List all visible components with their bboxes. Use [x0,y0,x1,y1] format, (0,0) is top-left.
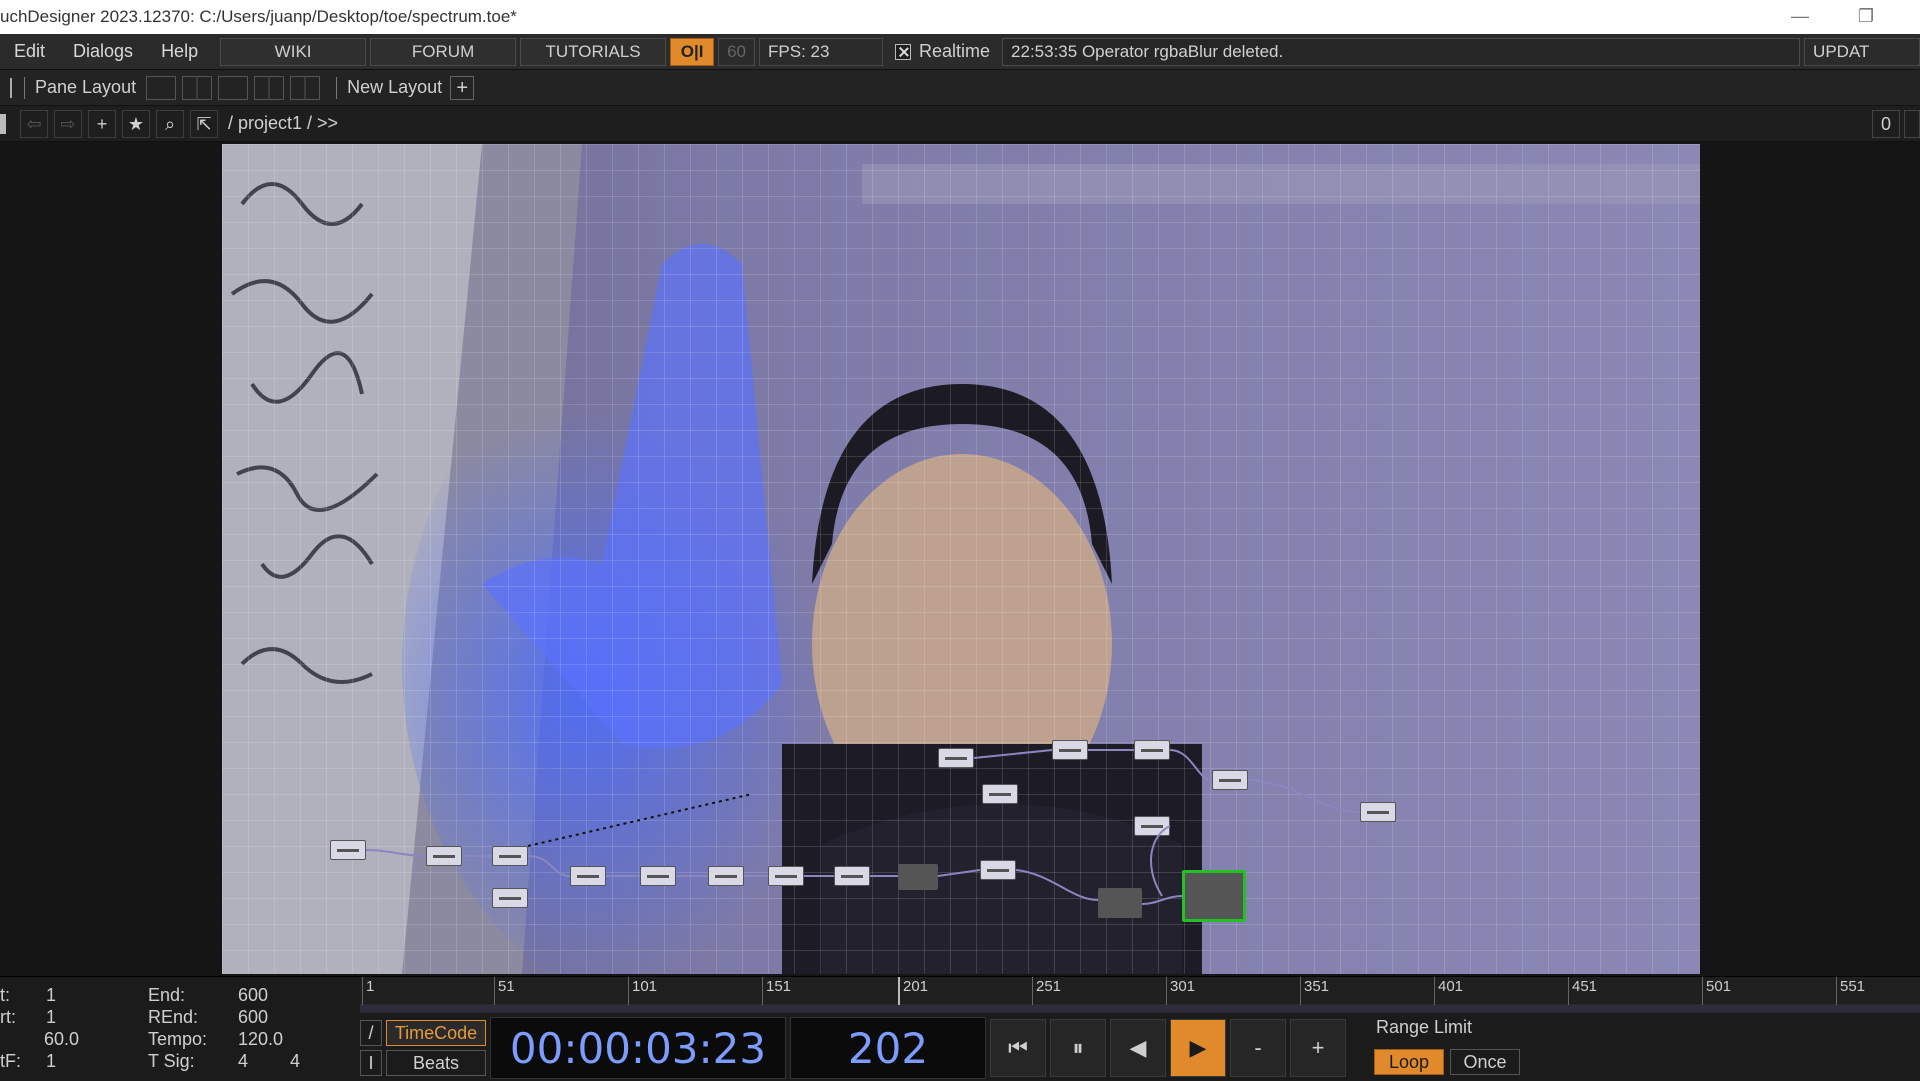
once-button[interactable]: Once [1450,1049,1520,1075]
tutorials-button[interactable]: TUTORIALS [520,37,667,66]
new-layout-label[interactable]: New Layout [347,77,442,98]
pane-layout-bar: Pane Layout New Layout + [0,70,1920,106]
timeline-ruler[interactable]: 1 51 101 151 201 251 301 351 401 451 501… [360,977,1920,1005]
ruler-tick: 151 [762,977,791,1005]
ruler-tick: 101 [628,977,657,1005]
step-back-button[interactable]: ◀ [1110,1019,1166,1077]
tempo-label: Tempo: [148,1029,208,1049]
fps-display: FPS: 23 [759,37,884,66]
ruler-tick: 51 [494,977,515,1005]
divider [336,76,338,99]
add-layout-button[interactable]: + [450,75,475,100]
wiki-button[interactable]: WIKI [220,37,367,66]
go-to-start-button[interactable]: ⏮ [990,1019,1046,1077]
realtime-checkbox[interactable] [895,43,912,60]
tsig-label: T Sig: [148,1051,195,1071]
realtime-label: Realtime [919,41,991,61]
end-value[interactable]: 600 [238,985,268,1006]
perform-mode-button[interactable]: O|I [670,37,715,66]
slash-toggle[interactable]: / [360,1020,382,1046]
search-icon[interactable]: ⌕ [156,109,184,138]
restore-icon[interactable]: ❐ [1846,4,1886,28]
start-label: t: [0,985,11,1005]
tf-value[interactable]: 1 [46,1051,56,1072]
menu-dialogs[interactable]: Dialogs [59,41,147,62]
timeline-info: t: 1 rt: 1 60.0 tF: 1 End: 600 REnd: 600… [0,977,358,1081]
rend-label: REnd: [148,1007,199,1027]
forward-icon[interactable]: ⇨ [54,109,82,138]
ruler-tick: 501 [1702,977,1731,1005]
ruler-tick: 301 [1166,977,1195,1005]
range-limit-label: Range Limit [1376,1017,1473,1037]
minimize-icon[interactable]: — [1780,4,1820,28]
playhead-tick[interactable]: 201 [898,977,928,1005]
ruler-tick: 551 [1836,977,1865,1005]
bar-toggle[interactable]: I [360,1050,382,1076]
playback-controls: / I TimeCode Beats 00:00:03:23 202 ⏮ ⏸ ◀… [360,1017,1346,1079]
bookmark-star-icon[interactable]: ★ [122,109,150,138]
status-message: 22:53:35 Operator rgbaBlur deleted. [1002,37,1801,66]
beats-mode-button[interactable]: Beats [386,1050,486,1076]
layout-four-icon[interactable] [290,75,321,100]
start-value[interactable]: 1 [46,985,56,1006]
forum-button[interactable]: FORUM [370,37,517,66]
layout-single-icon[interactable] [146,75,177,100]
menu-bar: Edit Dialogs Help WIKI FORUM TUTORIALS O… [0,34,1920,70]
camera-feed-background [222,144,1700,974]
timeline-track[interactable] [360,1005,1920,1013]
tsig-numerator[interactable]: 4 [238,1051,248,1072]
add-operator-icon[interactable]: + [88,109,116,138]
layout-split-horizontal-icon[interactable] [218,75,249,100]
refresh-icon[interactable] [0,77,12,98]
rstart-value[interactable]: 1 [46,1007,56,1028]
node-wires [365,749,1361,905]
fps-value[interactable]: 60.0 [44,1029,79,1050]
back-icon[interactable]: ⇦ [20,109,48,138]
path-right-value: 0 [1872,110,1900,138]
tempo-value[interactable]: 120.0 [238,1029,283,1050]
network-path[interactable]: / project1 / >> [228,113,338,134]
loop-button[interactable]: Loop [1374,1049,1444,1075]
end-label: End: [148,985,186,1005]
menu-edit[interactable]: Edit [0,41,59,62]
pane-layout-label: Pane Layout [35,77,137,97]
decrement-button[interactable]: - [1230,1019,1286,1077]
layout-split-vertical-icon[interactable] [182,75,213,100]
divider [24,76,25,99]
play-button[interactable]: ▶ [1170,1019,1226,1077]
layout-three-icon[interactable] [254,75,285,100]
timeline-panel: t: 1 rt: 1 60.0 tF: 1 End: 600 REnd: 600… [0,976,1920,1081]
tf-label: tF: [0,1051,21,1071]
tsig-denominator[interactable]: 4 [290,1051,300,1072]
window-title: uchDesigner 2023.12370: C:/Users/juanp/D… [0,7,517,26]
rstart-label: rt: [0,1007,16,1027]
pane-menu-icon[interactable] [1904,110,1920,138]
ruler-tick: 351 [1300,977,1329,1005]
fps-target: 60 [718,37,756,66]
network-path-bar: ⇦ ⇨ + ★ ⌕ ⇱ / project1 / >> 0 [0,106,1920,142]
ruler-tick: 251 [1032,977,1061,1005]
menu-help[interactable]: Help [147,41,212,62]
ruler-tick: 1 [362,977,374,1005]
timecode-display[interactable]: 00:00:03:23 [490,1017,786,1079]
window-titlebar: uchDesigner 2023.12370: C:/Users/juanp/D… [0,0,1920,34]
network-editor[interactable] [0,142,1920,976]
rend-value[interactable]: 600 [238,1007,268,1028]
ruler-tick: 451 [1568,977,1597,1005]
ruler-tick: 401 [1434,977,1463,1005]
timecode-mode-button[interactable]: TimeCode [386,1020,486,1046]
increment-button[interactable]: + [1290,1019,1346,1077]
update-button[interactable]: UPDAT [1804,37,1920,66]
frame-display[interactable]: 202 [790,1017,986,1079]
parent-network-icon[interactable]: ⇱ [190,109,218,138]
home-icon[interactable] [0,113,6,134]
pause-button[interactable]: ⏸ [1050,1019,1106,1077]
